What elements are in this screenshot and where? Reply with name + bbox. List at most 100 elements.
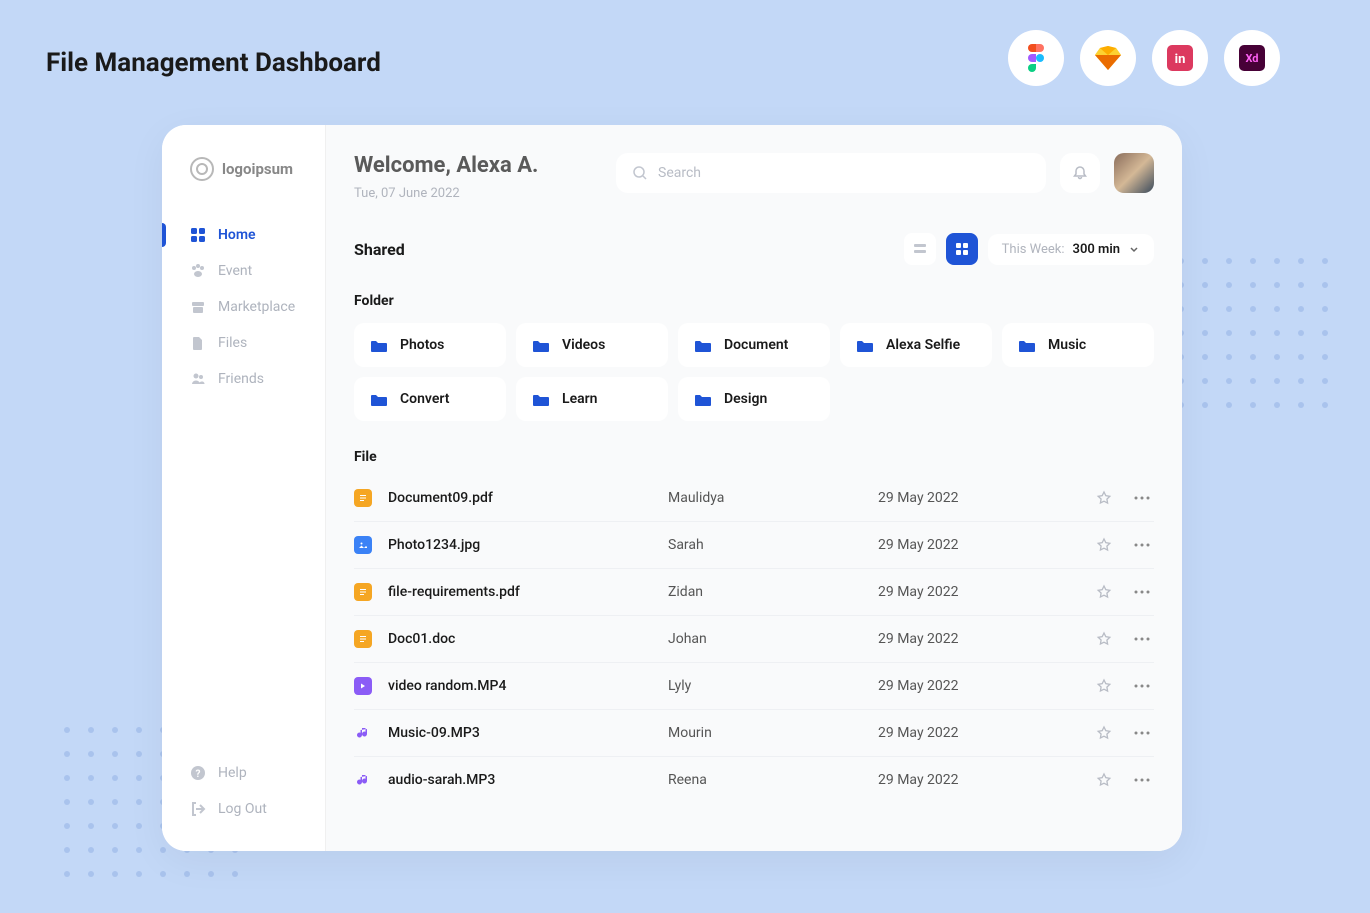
star-button[interactable] <box>1088 772 1120 788</box>
more-button[interactable] <box>1130 543 1154 547</box>
folder-icon <box>1018 338 1036 352</box>
folder-card[interactable]: Photos <box>354 323 506 367</box>
folder-card[interactable]: Design <box>678 377 830 421</box>
more-button[interactable] <box>1130 590 1154 594</box>
file-owner: Maulidya <box>668 490 868 506</box>
header: Welcome, Alexa A. Tue, 07 June 2022 <box>354 153 1154 201</box>
sidebar-item-friends[interactable]: Friends <box>162 361 325 397</box>
welcome-block: Welcome, Alexa A. Tue, 07 June 2022 <box>354 153 538 201</box>
help-icon: ? <box>190 765 206 781</box>
file-row[interactable]: audio-sarah.MP3 Reena 29 May 2022 <box>354 757 1154 803</box>
star-button[interactable] <box>1088 537 1120 553</box>
file-date: 29 May 2022 <box>878 584 1078 600</box>
file-date: 29 May 2022 <box>878 725 1078 741</box>
more-button[interactable] <box>1130 731 1154 735</box>
file-owner: Lyly <box>668 678 868 694</box>
folder-name: Videos <box>562 337 605 353</box>
main-content: Welcome, Alexa A. Tue, 07 June 2022 Shar… <box>326 125 1182 851</box>
file-row[interactable]: file-requirements.pdf Zidan 29 May 2022 <box>354 569 1154 616</box>
sidebar-item-home[interactable]: Home <box>162 217 325 253</box>
paw-icon <box>190 263 206 279</box>
search-box[interactable] <box>616 153 1046 193</box>
list-view-button[interactable] <box>904 233 936 265</box>
folder-name: Music <box>1048 337 1086 353</box>
file-row[interactable]: Doc01.doc Johan 29 May 2022 <box>354 616 1154 663</box>
more-button[interactable] <box>1130 496 1154 500</box>
document-file-icon <box>354 630 372 648</box>
audio-file-icon <box>354 724 372 742</box>
file-row[interactable]: Music-09.MP3 Mourin 29 May 2022 <box>354 710 1154 757</box>
tool-badge-figma <box>1008 30 1064 86</box>
sidebar-item-label: Friends <box>218 371 264 387</box>
notifications-button[interactable] <box>1060 153 1100 193</box>
sidebar-item-label: Log Out <box>218 801 267 817</box>
star-button[interactable] <box>1088 678 1120 694</box>
folder-card[interactable]: Learn <box>516 377 668 421</box>
folder-section-title: Folder <box>354 293 1154 309</box>
more-button[interactable] <box>1130 684 1154 688</box>
file-list: Document09.pdf Maulidya 29 May 2022 Phot… <box>354 475 1154 803</box>
file-name: audio-sarah.MP3 <box>388 772 658 788</box>
document-file-icon <box>354 489 372 507</box>
sidebar-item-marketplace[interactable]: Marketplace <box>162 289 325 325</box>
folder-card[interactable]: Alexa Selfie <box>840 323 992 367</box>
file-row[interactable]: video random.MP4 Lyly 29 May 2022 <box>354 663 1154 710</box>
sketch-icon <box>1095 46 1121 70</box>
folder-card[interactable]: Music <box>1002 323 1154 367</box>
file-date: 29 May 2022 <box>878 631 1078 647</box>
grid-icon <box>190 227 206 243</box>
xd-icon: Xd <box>1239 45 1265 71</box>
file-name: Photo1234.jpg <box>388 537 658 553</box>
sidebar-item-logout[interactable]: Log Out <box>162 791 325 827</box>
folder-icon <box>370 392 388 406</box>
sidebar-item-event[interactable]: Event <box>162 253 325 289</box>
more-button[interactable] <box>1130 778 1154 782</box>
chevron-down-icon <box>1128 243 1140 255</box>
sidebar-item-help[interactable]: ? Help <box>162 755 325 791</box>
grid-view-button[interactable] <box>946 233 978 265</box>
tool-badge-sketch <box>1080 30 1136 86</box>
sidebar-bottom: ? Help Log Out <box>162 755 325 851</box>
star-button[interactable] <box>1088 631 1120 647</box>
svg-text:?: ? <box>196 769 201 780</box>
svg-text:Xd: Xd <box>1245 52 1258 65</box>
grid-icon <box>955 242 969 256</box>
folder-card[interactable]: Videos <box>516 323 668 367</box>
sidebar: logoipsum Home Event Marketplace <box>162 125 326 851</box>
file-owner: Zidan <box>668 584 868 600</box>
star-button[interactable] <box>1088 490 1120 506</box>
folder-icon <box>856 338 874 352</box>
file-row[interactable]: Photo1234.jpg Sarah 29 May 2022 <box>354 522 1154 569</box>
header-actions <box>556 153 1154 193</box>
star-button[interactable] <box>1088 725 1120 741</box>
welcome-title: Welcome, Alexa A. <box>354 153 538 178</box>
sidebar-item-label: Home <box>218 227 256 243</box>
folder-icon <box>694 338 712 352</box>
logo: logoipsum <box>162 151 325 217</box>
search-input[interactable] <box>658 165 1030 181</box>
time-filter-dropdown[interactable]: This Week: 300 min <box>988 234 1154 265</box>
avatar[interactable] <box>1114 153 1154 193</box>
more-button[interactable] <box>1130 637 1154 641</box>
folder-name: Design <box>724 391 767 407</box>
view-controls: This Week: 300 min <box>904 233 1154 265</box>
welcome-date: Tue, 07 June 2022 <box>354 186 538 201</box>
tool-badges: in Xd <box>1008 30 1280 86</box>
file-name: Music-09.MP3 <box>388 725 658 741</box>
folder-name: Photos <box>400 337 444 353</box>
folder-name: Convert <box>400 391 449 407</box>
image-file-icon <box>354 536 372 554</box>
file-section-title: File <box>354 449 1154 465</box>
page-title: File Management Dashboard <box>46 48 381 78</box>
folder-card[interactable]: Document <box>678 323 830 367</box>
logout-icon <box>190 801 206 817</box>
bell-icon <box>1072 165 1088 181</box>
file-owner: Johan <box>668 631 868 647</box>
figma-icon <box>1026 44 1046 72</box>
star-button[interactable] <box>1088 584 1120 600</box>
sidebar-item-label: Files <box>218 335 247 351</box>
dropdown-value: 300 min <box>1073 242 1120 257</box>
folder-card[interactable]: Convert <box>354 377 506 421</box>
sidebar-item-files[interactable]: Files <box>162 325 325 361</box>
file-row[interactable]: Document09.pdf Maulidya 29 May 2022 <box>354 475 1154 522</box>
